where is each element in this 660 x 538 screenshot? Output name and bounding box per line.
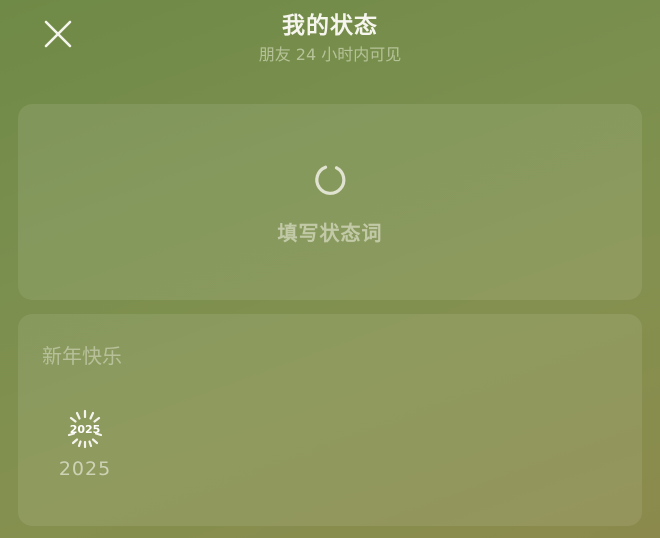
- status-option-label: 2025: [58, 458, 112, 480]
- page-title: 我的状态: [282, 13, 378, 39]
- status-input-card[interactable]: 填写状态词: [18, 104, 642, 300]
- loading-ring-icon: [315, 165, 346, 195]
- status-option-2025[interactable]: 2025 2025: [54, 402, 116, 482]
- status-prompt: 填写状态词: [277, 221, 383, 245]
- header-bar: 我的状态 朋友 24 小时内可见: [0, 0, 660, 80]
- newyear-section: 新年快乐 2025 2025: [18, 314, 642, 526]
- page-subtitle: 朋友 24 小时内可见: [258, 45, 402, 64]
- svg-text:2025: 2025: [70, 423, 101, 436]
- firework-2025-icon: 2025: [67, 409, 103, 449]
- section-title: 新年快乐: [42, 344, 122, 368]
